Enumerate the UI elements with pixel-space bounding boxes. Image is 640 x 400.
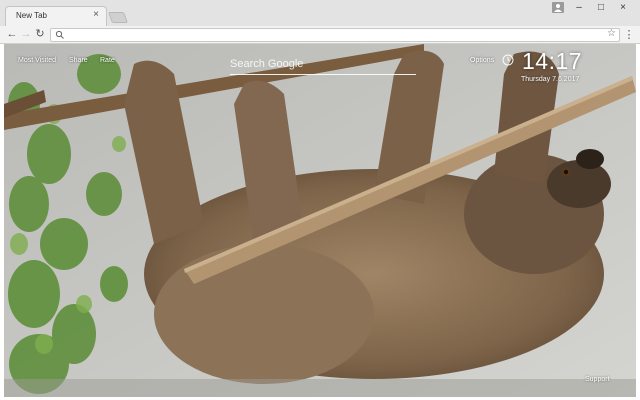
search-icon: [55, 30, 64, 39]
reload-button[interactable]: ↻: [33, 27, 47, 41]
tab-new-tab[interactable]: New Tab ×: [5, 6, 107, 26]
browser-toolbar: ← → ↻ ☆ ⋮: [0, 26, 640, 44]
star-icon[interactable]: ☆: [607, 28, 616, 39]
new-tab-page: Most Visited Share Rate Options 14:17 Th…: [4, 44, 636, 397]
maximize-button[interactable]: □: [590, 1, 612, 15]
share-link[interactable]: Share: [69, 57, 88, 64]
forward-button[interactable]: →: [19, 27, 33, 41]
clock-time: 14:17: [522, 48, 583, 74]
minimize-button[interactable]: –: [568, 1, 590, 15]
support-link[interactable]: Support: [585, 376, 610, 383]
google-search-box: [230, 53, 416, 77]
tab-strip: New Tab × – □ ×: [0, 0, 640, 26]
address-bar[interactable]: ☆: [50, 28, 620, 42]
background-photo: [4, 44, 636, 397]
search-input[interactable]: [230, 53, 416, 75]
close-window-button[interactable]: ×: [612, 1, 634, 15]
new-tab-button[interactable]: [107, 12, 129, 23]
options-link[interactable]: Options: [470, 57, 494, 64]
menu-icon[interactable]: ⋮: [622, 28, 636, 42]
tab-title: New Tab: [16, 11, 47, 20]
clock-icon[interactable]: [502, 54, 514, 66]
clock-date: Thursday 7.6.2017: [521, 76, 580, 83]
tab-close-icon[interactable]: ×: [90, 9, 102, 21]
most-visited-link[interactable]: Most Visited: [18, 57, 56, 64]
back-button[interactable]: ←: [5, 27, 19, 41]
rate-link[interactable]: Rate: [100, 57, 115, 64]
profile-icon[interactable]: [552, 2, 564, 13]
